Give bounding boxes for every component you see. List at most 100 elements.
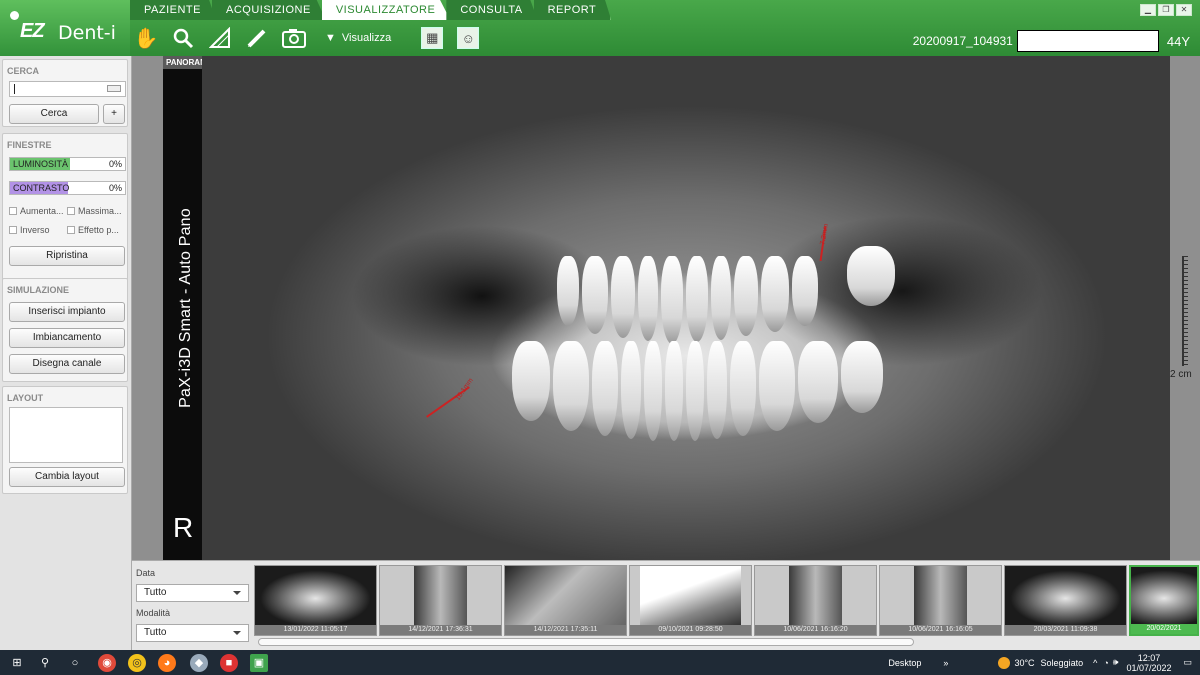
date-filter-select[interactable]: Tutto [136, 584, 249, 602]
thumbnail[interactable]: 13/01/2022 11:05:17 [254, 565, 377, 636]
patient-id: 20200917_104931 [912, 34, 1013, 48]
whitening-button[interactable]: Imbiancamento [9, 328, 125, 348]
panoramic-xray-image[interactable]: 7.2mm 10.1mm [202, 56, 1170, 560]
magnifier-icon[interactable] [167, 24, 199, 52]
check-max[interactable]: Massima... [67, 206, 122, 216]
notification-icon[interactable]: ▭ [1183, 657, 1192, 668]
patient-info: 20200917_104931 44Y [913, 30, 1190, 52]
thumbnail[interactable]: 10/06/2021 16:16:05 [879, 565, 1002, 636]
chevron-icon[interactable]: » [943, 658, 948, 668]
visualizza-label: Visualizza [341, 32, 392, 44]
camera-capture-icon[interactable] [278, 24, 310, 52]
checkbox[interactable] [67, 226, 75, 234]
check-inverse[interactable]: Inverso [9, 225, 50, 235]
checkbox[interactable] [9, 207, 17, 215]
contrast-value: 0% [108, 183, 122, 193]
thumbnail[interactable]: 09/10/2021 09:28:50 [629, 565, 752, 636]
thumbnail[interactable]: 14/12/2021 17:35:11 [504, 565, 627, 636]
patient-age: 44Y [1166, 33, 1190, 49]
temperature[interactable]: 30°C [1014, 658, 1034, 668]
windows-taskbar: ⊞ ⚲ ○ ◉ ◎ ◕ ◆ ■ ▣ Desktop » 30°C Soleggi… [0, 650, 1200, 675]
face-photo-icon[interactable]: ☺ [457, 27, 480, 49]
mode-filter-select[interactable]: Tutto [136, 624, 249, 642]
simulation-title: SIMULAZIONE [7, 285, 69, 295]
search-button[interactable]: Cerca [9, 104, 99, 124]
keyboard-icon[interactable] [107, 85, 121, 92]
network-icon[interactable]: ◔ [1103, 658, 1108, 668]
brightness-slider[interactable]: LUMINOSITÀ 0% [9, 157, 126, 171]
scale-ruler [1182, 256, 1188, 366]
thumbnail-selected[interactable]: 20/02/2021 [1129, 565, 1199, 636]
sun-weather-icon [998, 656, 1011, 669]
brightness-value: 0% [108, 159, 122, 169]
check-effect-label: Effetto p... [78, 225, 119, 235]
checkbox[interactable] [67, 207, 75, 215]
tab-consulta[interactable]: CONSULTA [446, 0, 538, 20]
logo-ez: EZ [20, 20, 45, 42]
thumbnail[interactable]: 20/03/2021 11:09:38 [1004, 565, 1127, 636]
ruler-triangle-icon[interactable] [204, 24, 236, 52]
check-max-label: Massima... [78, 206, 122, 216]
desktop-label[interactable]: Desktop [888, 658, 921, 668]
firefox-icon[interactable]: ◕ [158, 654, 176, 672]
weather-text[interactable]: Soleggiato [1041, 658, 1084, 668]
dropdown-arrow-icon: ▼ [325, 32, 336, 44]
thumbnail-date: 13/01/2022 11:05:17 [255, 625, 376, 635]
top-bar: EZ Dent-i PAZIENTE ACQUISIZIONE VISUALIZ… [0, 0, 1200, 56]
patient-name-redacted [1016, 30, 1159, 52]
thumbnail-date: 14/12/2021 17:36:31 [380, 625, 501, 635]
task-view-icon[interactable]: ○ [66, 654, 84, 672]
check-inverse-label: Inverso [20, 225, 50, 235]
windows-start-icon[interactable]: ⊞ [8, 654, 26, 672]
thumbnail-scrollbar[interactable] [258, 638, 914, 646]
search-input[interactable] [9, 81, 126, 97]
layout-preview[interactable] [9, 407, 123, 463]
tab-visualizzatore[interactable]: VISUALIZZATORE [321, 0, 451, 20]
reset-button[interactable]: Ripristina [9, 246, 125, 266]
check-effect[interactable]: Effetto p... [67, 225, 119, 235]
logo-dent: Dent-i [58, 22, 116, 44]
image-viewer[interactable]: PANORAMICA PaX-i3D Smart - Auto Pano R 7… [132, 56, 1200, 560]
measurement-label-2: 10.1mm [454, 377, 475, 402]
camera-app-icon[interactable]: ■ [220, 654, 238, 672]
minimize-button[interactable]: ▁ [1140, 4, 1156, 16]
thumbnail-date: 14/12/2021 17:35:11 [505, 625, 626, 635]
contrast-label: CONTRASTO [13, 183, 70, 193]
checkbox[interactable] [9, 226, 17, 234]
tab-report[interactable]: REPORT [533, 0, 612, 20]
draw-canal-button[interactable]: Disegna canale [9, 354, 125, 374]
norton-icon[interactable]: ◎ [128, 654, 146, 672]
system-tray: Desktop » 30°C Soleggiato ^ ◔ 🕪 12:07 01… [888, 650, 1200, 675]
volume-icon[interactable]: 🕪 [1113, 657, 1119, 668]
advanced-search-button[interactable]: + [103, 104, 125, 124]
thumbnail[interactable]: 10/06/2021 16:16:20 [754, 565, 877, 636]
left-panel: CERCA Cerca + FINESTRE LUMINOSITÀ 0% CON… [0, 56, 132, 650]
app-logo: EZ Dent-i [0, 0, 130, 56]
restore-button[interactable]: ❐ [1158, 4, 1174, 16]
measurement-label-1: 7.2mm [819, 223, 831, 246]
check-increase[interactable]: Aumenta... [9, 206, 64, 216]
thumbnail-date: 10/06/2021 16:16:05 [880, 625, 1001, 635]
up-arrow-icon[interactable]: ^ [1093, 658, 1097, 668]
viewer-toolbar: ✋ ▼ Visualizza ▦ ☺ [130, 22, 493, 54]
ezdent-taskbar-icon[interactable]: ▣ [250, 654, 268, 672]
close-button[interactable]: ✕ [1176, 4, 1192, 16]
tab-acquisizione[interactable]: ACQUISIZIONE [211, 0, 326, 20]
side-marker: R [173, 512, 194, 543]
search-icon[interactable]: ⚲ [36, 654, 54, 672]
chrome-icon[interactable]: ◉ [98, 654, 116, 672]
text-cursor [14, 84, 15, 94]
contrast-slider[interactable]: CONTRASTO 0% [9, 181, 126, 195]
hand-pan-icon[interactable]: ✋ [130, 24, 162, 52]
logo-dot [10, 11, 19, 20]
visualizza-dropdown[interactable]: ▼ Visualizza [325, 32, 391, 44]
change-layout-button[interactable]: Cambia layout [9, 467, 125, 487]
clock[interactable]: 12:07 01/07/2022 [1126, 653, 1171, 673]
app-icon[interactable]: ◆ [190, 654, 208, 672]
grid-view-icon[interactable]: ▦ [421, 27, 444, 49]
search-panel: CERCA Cerca + [2, 59, 128, 127]
tab-paziente[interactable]: PAZIENTE [130, 0, 216, 20]
insert-implant-button[interactable]: Inserisci impianto [9, 302, 125, 322]
thumbnail[interactable]: 14/12/2021 17:36:31 [379, 565, 502, 636]
pencil-icon[interactable] [241, 24, 273, 52]
